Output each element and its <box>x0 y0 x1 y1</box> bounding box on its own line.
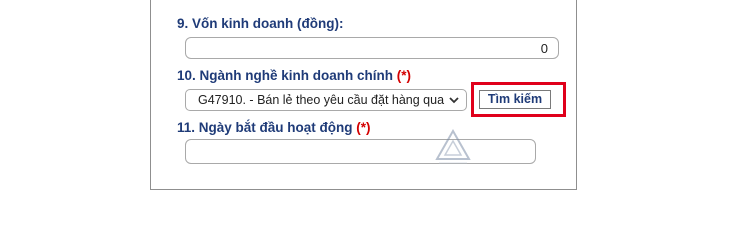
industry-selected-value: G47910. - Bán lẻ theo yêu cầu đặt hàng q… <box>198 93 445 107</box>
logo-watermark <box>433 128 473 165</box>
capital-label: 9. Vốn kinh doanh (đồng): <box>177 16 344 31</box>
capital-input[interactable]: 0 <box>185 37 559 59</box>
industry-label: 10. Ngành nghề kinh doanh chính (*) <box>177 68 412 83</box>
industry-select[interactable]: G47910. - Bán lẻ theo yêu cầu đặt hàng q… <box>185 89 467 111</box>
chevron-down-icon <box>447 91 461 109</box>
required-mark: (*) <box>396 68 412 83</box>
required-mark: (*) <box>356 120 371 135</box>
search-button[interactable]: Tìm kiếm <box>479 90 551 109</box>
start-date-label: 11. Ngày bắt đầu hoạt động (*) <box>177 120 371 135</box>
start-date-input[interactable] <box>185 139 536 164</box>
capital-value: 0 <box>540 41 548 56</box>
